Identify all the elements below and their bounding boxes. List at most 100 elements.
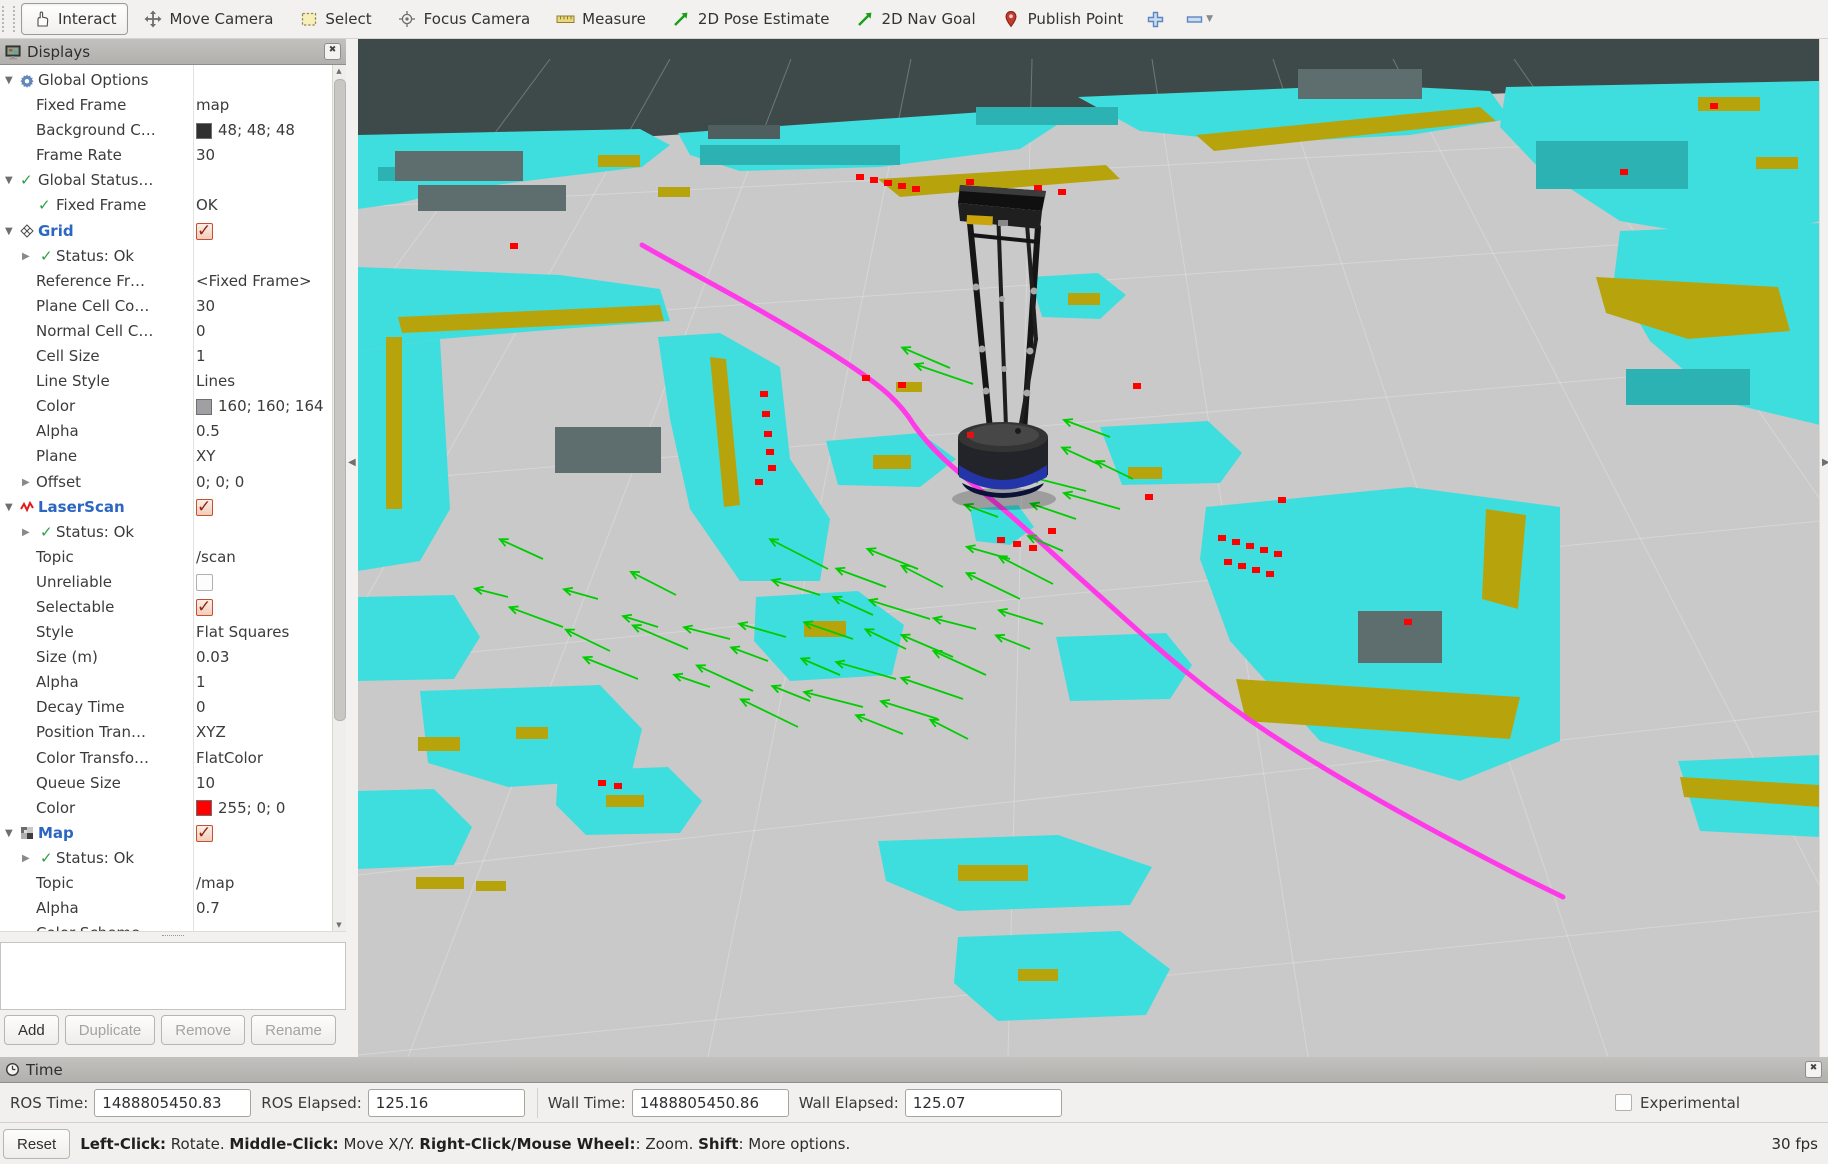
prop-value[interactable]: /scan — [196, 545, 236, 570]
rename-button[interactable]: Rename — [251, 1015, 336, 1045]
prop-value[interactable]: 0; 0; 0 — [196, 470, 244, 495]
expander-icon[interactable]: ▼ — [5, 168, 13, 193]
3d-viewport[interactable] — [358, 39, 1819, 1057]
prop-row-cell-size[interactable]: Cell Size1 — [0, 344, 333, 369]
prop-row-status-ok[interactable]: ▶✓Status: Ok — [0, 244, 333, 269]
expander-icon[interactable]: ▶ — [22, 520, 30, 545]
prop-value[interactable] — [196, 595, 213, 620]
tool-focus-camera[interactable]: Focus Camera — [388, 4, 540, 34]
prop-value[interactable] — [196, 570, 213, 595]
prop-row-offset[interactable]: ▶Offset0; 0; 0 — [0, 470, 333, 495]
prop-row-alpha[interactable]: Alpha1 — [0, 670, 333, 695]
prop-value[interactable]: Flat Squares — [196, 620, 289, 645]
reset-button[interactable]: Reset — [3, 1129, 70, 1159]
prop-value[interactable]: 30 — [196, 294, 215, 319]
group-row-global-status[interactable]: ▼✓Global Status… — [0, 168, 333, 193]
displays-filter-box[interactable] — [0, 942, 346, 1010]
prop-value[interactable]: 30 — [196, 143, 215, 168]
prop-row-topic[interactable]: Topic/scan — [0, 545, 333, 570]
display-enabled-checkbox[interactable] — [196, 825, 213, 842]
prop-value[interactable]: 0.5 — [196, 419, 220, 444]
prop-row-color[interactable]: Color160; 160; 164 — [0, 394, 333, 419]
prop-row-frame-rate[interactable]: Frame Rate30 — [0, 143, 333, 168]
display-row-grid[interactable]: ▼Grid — [0, 219, 333, 244]
scrollbar-thumb[interactable] — [334, 79, 346, 721]
prop-value[interactable]: 0.7 — [196, 896, 220, 921]
prop-row-normal-cell-c[interactable]: Normal Cell C…0 — [0, 319, 333, 344]
prop-row-status-ok[interactable]: ▶✓Status: Ok — [0, 520, 333, 545]
prop-row-plane-cell-co[interactable]: Plane Cell Co…30 — [0, 294, 333, 319]
expander-icon[interactable]: ▼ — [5, 821, 13, 846]
scrollbar-up-icon[interactable]: ▲ — [333, 65, 345, 77]
toolbar-grip[interactable] — [2, 6, 15, 32]
expander-icon[interactable]: ▼ — [5, 495, 13, 520]
prop-value[interactable]: 1 — [196, 344, 206, 369]
prop-row-position-tran[interactable]: Position Tran…XYZ — [0, 720, 333, 745]
panel-splitter-handle[interactable] — [0, 931, 346, 942]
prop-row-fixed-frame[interactable]: Fixed Framemap — [0, 93, 333, 118]
expander-icon[interactable]: ▶ — [22, 470, 30, 495]
right-splitter[interactable]: ▶ — [1819, 39, 1828, 1057]
prop-row-alpha[interactable]: Alpha0.7 — [0, 896, 333, 921]
prop-value[interactable]: FlatColor — [196, 746, 263, 771]
collapse-left-icon[interactable]: ◀ — [348, 457, 356, 468]
prop-row-fixed-frame[interactable]: ✓Fixed FrameOK — [0, 193, 333, 218]
prop-checkbox[interactable] — [196, 599, 213, 616]
tool-interact[interactable]: Interact — [21, 3, 128, 35]
tool-move-camera[interactable]: Move Camera — [134, 4, 284, 34]
prop-value[interactable]: 0.03 — [196, 645, 229, 670]
group-row-global-options[interactable]: ▼Global Options — [0, 68, 333, 93]
prop-value[interactable]: <Fixed Frame> — [196, 269, 312, 294]
prop-value[interactable]: Lines — [196, 369, 235, 394]
expander-icon[interactable]: ▼ — [5, 219, 13, 244]
add-button[interactable]: Add — [4, 1015, 59, 1045]
prop-value[interactable]: map — [196, 93, 229, 118]
tool-dropdown-arrow[interactable]: ▼ — [1206, 14, 1213, 24]
tree-scrollbar[interactable]: ▲ ▼ — [332, 65, 346, 931]
prop-value[interactable]: 0 — [196, 695, 206, 720]
prop-row-reference-fr[interactable]: Reference Fr…<Fixed Frame> — [0, 269, 333, 294]
displays-close-icon[interactable]: ✖ — [324, 43, 341, 60]
prop-row-plane[interactable]: PlaneXY — [0, 444, 333, 469]
prop-row-selectable[interactable]: Selectable — [0, 595, 333, 620]
prop-row-color[interactable]: Color255; 0; 0 — [0, 796, 333, 821]
prop-row-unreliable[interactable]: Unreliable — [0, 570, 333, 595]
ros-time-input[interactable]: 1488805450.83 — [94, 1089, 251, 1117]
time-close-icon[interactable]: ✖ — [1805, 1061, 1822, 1078]
wall-time-input[interactable]: 1488805450.86 — [632, 1089, 789, 1117]
prop-row-status-ok[interactable]: ▶✓Status: Ok — [0, 846, 333, 871]
expander-icon[interactable]: ▶ — [22, 244, 30, 269]
prop-value[interactable]: 1 — [196, 670, 206, 695]
prop-row-size-m[interactable]: Size (m)0.03 — [0, 645, 333, 670]
display-row-laserscan[interactable]: ▼LaserScan — [0, 495, 333, 520]
tool-publish-point[interactable]: Publish Point — [992, 4, 1133, 34]
display-enabled-checkbox[interactable] — [196, 499, 213, 516]
prop-row-decay-time[interactable]: Decay Time0 — [0, 695, 333, 720]
wall-elapsed-input[interactable]: 125.07 — [905, 1089, 1062, 1117]
prop-value[interactable]: 0 — [196, 319, 206, 344]
ros-elapsed-input[interactable]: 125.16 — [368, 1089, 525, 1117]
prop-row-style[interactable]: StyleFlat Squares — [0, 620, 333, 645]
remove-button[interactable]: Remove — [161, 1015, 245, 1045]
scrollbar-down-icon[interactable]: ▼ — [333, 919, 345, 931]
prop-value[interactable]: /map — [196, 871, 234, 896]
collapse-right-icon[interactable]: ▶ — [1822, 457, 1828, 468]
tool-2d-pose-estimate[interactable]: 2D Pose Estimate — [662, 4, 840, 34]
prop-value[interactable]: 160; 160; 164 — [196, 394, 324, 419]
prop-value[interactable]: 10 — [196, 771, 215, 796]
prop-value[interactable]: 255; 0; 0 — [196, 796, 285, 821]
prop-value[interactable]: XY — [196, 444, 215, 469]
prop-row-color-scheme[interactable]: Color Scheme — [0, 921, 333, 931]
expander-icon[interactable]: ▼ — [5, 68, 13, 93]
prop-checkbox[interactable] — [196, 574, 213, 591]
add-tool-button[interactable] — [1147, 11, 1164, 28]
tool-2d-nav-goal[interactable]: 2D Nav Goal — [846, 4, 986, 34]
prop-row-color-transfo[interactable]: Color Transfo…FlatColor — [0, 746, 333, 771]
display-enabled-checkbox[interactable] — [196, 223, 213, 240]
remove-tool-button[interactable]: ▼ — [1186, 14, 1213, 24]
expander-icon[interactable]: ▶ — [22, 846, 30, 871]
prop-value[interactable]: 48; 48; 48 — [196, 118, 295, 143]
left-splitter[interactable]: ◀ — [346, 39, 358, 1057]
prop-row-background-c[interactable]: Background C…48; 48; 48 — [0, 118, 333, 143]
duplicate-button[interactable]: Duplicate — [65, 1015, 156, 1045]
